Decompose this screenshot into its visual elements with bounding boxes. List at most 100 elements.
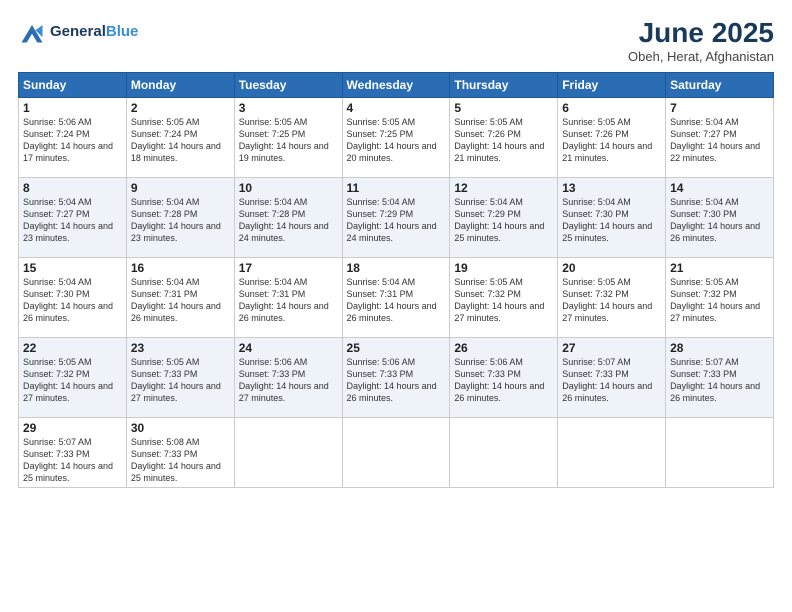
calendar-day-cell — [558, 417, 666, 488]
calendar-day-cell: 20Sunrise: 5:05 AMSunset: 7:32 PMDayligh… — [558, 257, 666, 337]
day-info: Sunrise: 5:04 AMSunset: 7:31 PMDaylight:… — [347, 276, 446, 325]
day-info: Sunrise: 5:04 AMSunset: 7:30 PMDaylight:… — [562, 196, 661, 245]
calendar-day-cell: 28Sunrise: 5:07 AMSunset: 7:33 PMDayligh… — [666, 337, 774, 417]
calendar-weekday-header: Monday — [126, 72, 234, 97]
calendar-day-cell: 24Sunrise: 5:06 AMSunset: 7:33 PMDayligh… — [234, 337, 342, 417]
calendar-day-cell: 1Sunrise: 5:06 AMSunset: 7:24 PMDaylight… — [19, 97, 127, 177]
day-number: 17 — [239, 261, 338, 275]
day-number: 20 — [562, 261, 661, 275]
day-info: Sunrise: 5:06 AMSunset: 7:33 PMDaylight:… — [454, 356, 553, 405]
header: GeneralBlue June 2025 Obeh, Herat, Afgha… — [18, 18, 774, 64]
day-info: Sunrise: 5:04 AMSunset: 7:29 PMDaylight:… — [347, 196, 446, 245]
day-number: 19 — [454, 261, 553, 275]
calendar-day-cell: 15Sunrise: 5:04 AMSunset: 7:30 PMDayligh… — [19, 257, 127, 337]
day-info: Sunrise: 5:05 AMSunset: 7:32 PMDaylight:… — [23, 356, 122, 405]
day-info: Sunrise: 5:05 AMSunset: 7:26 PMDaylight:… — [454, 116, 553, 165]
day-info: Sunrise: 5:07 AMSunset: 7:33 PMDaylight:… — [670, 356, 769, 405]
calendar-week-row: 22Sunrise: 5:05 AMSunset: 7:32 PMDayligh… — [19, 337, 774, 417]
day-number: 27 — [562, 341, 661, 355]
calendar-day-cell: 23Sunrise: 5:05 AMSunset: 7:33 PMDayligh… — [126, 337, 234, 417]
day-info: Sunrise: 5:06 AMSunset: 7:33 PMDaylight:… — [347, 356, 446, 405]
day-info: Sunrise: 5:04 AMSunset: 7:31 PMDaylight:… — [131, 276, 230, 325]
day-number: 30 — [131, 421, 230, 435]
day-number: 23 — [131, 341, 230, 355]
calendar-weekday-header: Friday — [558, 72, 666, 97]
day-info: Sunrise: 5:05 AMSunset: 7:33 PMDaylight:… — [131, 356, 230, 405]
title-block: June 2025 Obeh, Herat, Afghanistan — [628, 18, 774, 64]
calendar-day-cell: 17Sunrise: 5:04 AMSunset: 7:31 PMDayligh… — [234, 257, 342, 337]
calendar-day-cell: 19Sunrise: 5:05 AMSunset: 7:32 PMDayligh… — [450, 257, 558, 337]
day-info: Sunrise: 5:06 AMSunset: 7:33 PMDaylight:… — [239, 356, 338, 405]
day-info: Sunrise: 5:04 AMSunset: 7:31 PMDaylight:… — [239, 276, 338, 325]
day-number: 18 — [347, 261, 446, 275]
day-info: Sunrise: 5:04 AMSunset: 7:29 PMDaylight:… — [454, 196, 553, 245]
day-number: 5 — [454, 101, 553, 115]
calendar-table: SundayMondayTuesdayWednesdayThursdayFrid… — [18, 72, 774, 489]
day-number: 7 — [670, 101, 769, 115]
day-number: 1 — [23, 101, 122, 115]
calendar-day-cell: 10Sunrise: 5:04 AMSunset: 7:28 PMDayligh… — [234, 177, 342, 257]
day-info: Sunrise: 5:05 AMSunset: 7:25 PMDaylight:… — [239, 116, 338, 165]
logo-icon — [18, 18, 46, 46]
calendar-weekday-header: Sunday — [19, 72, 127, 97]
calendar-day-cell: 16Sunrise: 5:04 AMSunset: 7:31 PMDayligh… — [126, 257, 234, 337]
day-info: Sunrise: 5:07 AMSunset: 7:33 PMDaylight:… — [562, 356, 661, 405]
calendar-day-cell: 9Sunrise: 5:04 AMSunset: 7:28 PMDaylight… — [126, 177, 234, 257]
day-number: 3 — [239, 101, 338, 115]
calendar-day-cell: 29Sunrise: 5:07 AMSunset: 7:33 PMDayligh… — [19, 417, 127, 488]
calendar-day-cell: 14Sunrise: 5:04 AMSunset: 7:30 PMDayligh… — [666, 177, 774, 257]
calendar-day-cell: 30Sunrise: 5:08 AMSunset: 7:33 PMDayligh… — [126, 417, 234, 488]
calendar-week-row: 8Sunrise: 5:04 AMSunset: 7:27 PMDaylight… — [19, 177, 774, 257]
calendar-day-cell: 6Sunrise: 5:05 AMSunset: 7:26 PMDaylight… — [558, 97, 666, 177]
day-info: Sunrise: 5:05 AMSunset: 7:32 PMDaylight:… — [670, 276, 769, 325]
logo-text: GeneralBlue — [50, 24, 138, 41]
day-number: 2 — [131, 101, 230, 115]
calendar-day-cell: 7Sunrise: 5:04 AMSunset: 7:27 PMDaylight… — [666, 97, 774, 177]
day-info: Sunrise: 5:05 AMSunset: 7:25 PMDaylight:… — [347, 116, 446, 165]
day-number: 12 — [454, 181, 553, 195]
day-number: 6 — [562, 101, 661, 115]
calendar-day-cell: 22Sunrise: 5:05 AMSunset: 7:32 PMDayligh… — [19, 337, 127, 417]
day-info: Sunrise: 5:07 AMSunset: 7:33 PMDaylight:… — [23, 436, 122, 485]
day-number: 8 — [23, 181, 122, 195]
page: GeneralBlue June 2025 Obeh, Herat, Afgha… — [0, 0, 792, 612]
calendar-day-cell: 12Sunrise: 5:04 AMSunset: 7:29 PMDayligh… — [450, 177, 558, 257]
day-number: 21 — [670, 261, 769, 275]
subtitle: Obeh, Herat, Afghanistan — [628, 49, 774, 64]
day-number: 29 — [23, 421, 122, 435]
day-info: Sunrise: 5:04 AMSunset: 7:30 PMDaylight:… — [670, 196, 769, 245]
calendar-day-cell — [450, 417, 558, 488]
day-number: 10 — [239, 181, 338, 195]
calendar-day-cell: 27Sunrise: 5:07 AMSunset: 7:33 PMDayligh… — [558, 337, 666, 417]
calendar-day-cell: 25Sunrise: 5:06 AMSunset: 7:33 PMDayligh… — [342, 337, 450, 417]
main-title: June 2025 — [628, 18, 774, 49]
day-number: 22 — [23, 341, 122, 355]
day-number: 11 — [347, 181, 446, 195]
calendar-day-cell: 11Sunrise: 5:04 AMSunset: 7:29 PMDayligh… — [342, 177, 450, 257]
calendar-day-cell: 18Sunrise: 5:04 AMSunset: 7:31 PMDayligh… — [342, 257, 450, 337]
day-number: 26 — [454, 341, 553, 355]
calendar-weekday-header: Tuesday — [234, 72, 342, 97]
day-number: 28 — [670, 341, 769, 355]
calendar-day-cell: 8Sunrise: 5:04 AMSunset: 7:27 PMDaylight… — [19, 177, 127, 257]
calendar-day-cell — [234, 417, 342, 488]
day-number: 16 — [131, 261, 230, 275]
calendar-day-cell: 26Sunrise: 5:06 AMSunset: 7:33 PMDayligh… — [450, 337, 558, 417]
day-number: 4 — [347, 101, 446, 115]
day-info: Sunrise: 5:04 AMSunset: 7:27 PMDaylight:… — [23, 196, 122, 245]
calendar-weekday-header: Saturday — [666, 72, 774, 97]
calendar-week-row: 1Sunrise: 5:06 AMSunset: 7:24 PMDaylight… — [19, 97, 774, 177]
calendar-day-cell: 3Sunrise: 5:05 AMSunset: 7:25 PMDaylight… — [234, 97, 342, 177]
day-number: 25 — [347, 341, 446, 355]
calendar-week-row: 29Sunrise: 5:07 AMSunset: 7:33 PMDayligh… — [19, 417, 774, 488]
day-info: Sunrise: 5:05 AMSunset: 7:32 PMDaylight:… — [562, 276, 661, 325]
day-info: Sunrise: 5:05 AMSunset: 7:32 PMDaylight:… — [454, 276, 553, 325]
calendar-weekday-header: Thursday — [450, 72, 558, 97]
calendar-header-row: SundayMondayTuesdayWednesdayThursdayFrid… — [19, 72, 774, 97]
day-number: 24 — [239, 341, 338, 355]
day-info: Sunrise: 5:06 AMSunset: 7:24 PMDaylight:… — [23, 116, 122, 165]
logo: GeneralBlue — [18, 18, 138, 46]
calendar-body: 1Sunrise: 5:06 AMSunset: 7:24 PMDaylight… — [19, 97, 774, 488]
day-info: Sunrise: 5:05 AMSunset: 7:26 PMDaylight:… — [562, 116, 661, 165]
calendar-day-cell — [342, 417, 450, 488]
